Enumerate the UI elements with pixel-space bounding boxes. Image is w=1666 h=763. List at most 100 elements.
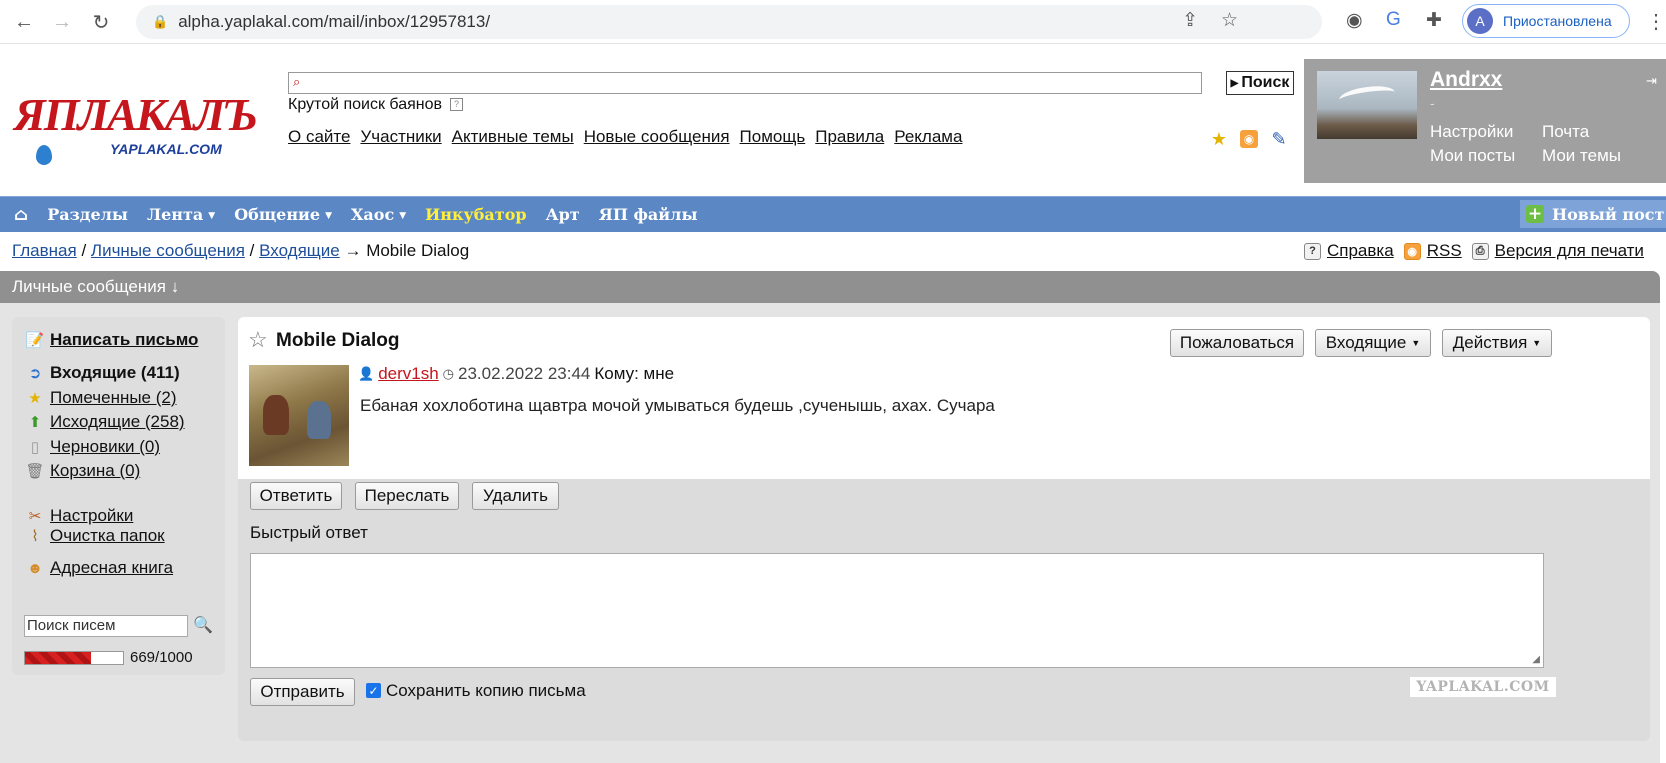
- search-icon[interactable]: 🔍: [193, 615, 213, 635]
- rss-tool[interactable]: ◉ RSS: [1403, 241, 1462, 261]
- folder-inbox[interactable]: ➲ Входящие (411): [24, 363, 180, 383]
- logout-icon[interactable]: ⇥: [1646, 73, 1657, 89]
- avatar-figure: [263, 395, 289, 435]
- user-my-posts-link[interactable]: Мои посты: [1430, 146, 1515, 166]
- crumb-home[interactable]: Главная: [12, 241, 77, 260]
- resize-grip-icon[interactable]: ◢: [1532, 654, 1540, 665]
- nav-about[interactable]: О сайте: [288, 127, 350, 147]
- crumb-inbox[interactable]: Входящие: [259, 241, 340, 260]
- print-tool[interactable]: ⎙ Версия для печати: [1471, 241, 1644, 261]
- search-button[interactable]: ▶ Поиск: [1226, 71, 1294, 95]
- address-bar[interactable]: 🔒 alpha.yaplakal.com/mail/inbox/12957813…: [136, 5, 1322, 39]
- home-icon[interactable]: ⌂: [14, 205, 28, 225]
- tools-icon: ✂: [28, 508, 42, 525]
- inbox-dropdown-button[interactable]: Входящие ▼: [1315, 329, 1431, 357]
- nav-members[interactable]: Участники: [360, 127, 441, 147]
- author-link[interactable]: derv1sh: [378, 364, 438, 384]
- save-copy-checkbox[interactable]: ✓: [366, 683, 381, 698]
- site-logo[interactable]: ЯПЛАКАЛЪ YAPLAKAL.COM: [14, 89, 260, 169]
- forward-icon[interactable]: →: [48, 8, 76, 36]
- profile-button[interactable]: A Приостановлена: [1462, 4, 1630, 38]
- folder-flagged[interactable]: ★ Помеченные (2): [24, 388, 176, 408]
- help-link[interactable]: Справка: [1327, 241, 1394, 261]
- new-post-button[interactable]: + Новый пост: [1520, 200, 1666, 228]
- menu-files-label: ЯП файлы: [598, 205, 698, 224]
- back-icon[interactable]: ←: [10, 8, 38, 36]
- page-tools: ? Справка ◉ RSS ⎙ Версия для печати: [1304, 241, 1644, 261]
- nav-new-posts[interactable]: Новые сообщения: [584, 127, 730, 147]
- favorite-star-icon[interactable]: ☆: [248, 327, 268, 353]
- search-button-label: Поиск: [1241, 74, 1290, 91]
- delete-button[interactable]: Удалить: [472, 482, 559, 510]
- menu-talk[interactable]: Общение ▼: [234, 205, 332, 224]
- sender-avatar[interactable]: [249, 365, 349, 466]
- reply-button[interactable]: Ответить: [250, 482, 342, 510]
- menu-kebab-icon[interactable]: ⋮: [1646, 9, 1666, 34]
- quota-text: 669/1000: [130, 649, 193, 666]
- quota-bar-fill: [25, 652, 91, 664]
- menu-art[interactable]: Арт: [546, 205, 580, 224]
- cool-search-label: Крутой поиск баянов: [288, 96, 443, 113]
- reload-icon[interactable]: ↻: [87, 8, 115, 36]
- bird-image: [1338, 83, 1396, 109]
- main-menu: ⌂ Разделы Лента ▼ Общение ▼ Хаос ▼ Инкубато…: [0, 196, 1666, 232]
- rss-link[interactable]: RSS: [1427, 241, 1462, 261]
- menu-chaos-label: Хаос: [351, 205, 395, 224]
- menu-feed[interactable]: Лента ▼: [147, 205, 215, 224]
- folder-outbox[interactable]: ⬆ Исходящие (258): [24, 412, 185, 432]
- nav-rules[interactable]: Правила: [815, 127, 884, 147]
- nav-ads[interactable]: Реклама: [894, 127, 962, 147]
- crumb-pm[interactable]: Личные сообщения: [91, 241, 245, 260]
- send-button[interactable]: Отправить: [250, 678, 355, 706]
- forward-button[interactable]: Переслать: [355, 482, 459, 510]
- user-name-link[interactable]: Andrxx: [1430, 68, 1502, 92]
- folder-inbox-label: Входящие (411): [50, 363, 180, 382]
- user-mail-link[interactable]: Почта: [1542, 122, 1589, 142]
- report-label: Пожаловаться: [1179, 333, 1295, 352]
- nav-help[interactable]: Помощь: [740, 127, 806, 147]
- extension-film-icon[interactable]: ◉: [1346, 9, 1363, 32]
- message-meta: 👤 derv1sh ◷ 23.02.2022 23:44 Кому: мне: [358, 364, 674, 384]
- favorites-star-icon[interactable]: ★: [1208, 128, 1230, 150]
- cleanup-label: Очистка папок: [50, 526, 165, 545]
- nav-active-topics[interactable]: Активные темы: [452, 127, 574, 147]
- user-settings-link[interactable]: Настройки: [1430, 122, 1513, 142]
- pencil-icon[interactable]: ✎: [1268, 128, 1290, 150]
- mail-search-input[interactable]: Поиск писем: [24, 615, 188, 637]
- rss-icon[interactable]: ◉: [1240, 130, 1258, 148]
- new-post-label: Новый пост: [1552, 204, 1665, 224]
- actions-dropdown-button[interactable]: Действия ▼: [1442, 329, 1552, 357]
- user-panel: Andrxx - ⇥ Настройки Почта Мои посты Мои…: [1304, 59, 1666, 183]
- extensions-puzzle-icon[interactable]: ✚: [1426, 9, 1442, 32]
- help-question-icon[interactable]: ?: [450, 98, 464, 112]
- quick-reply-label: Быстрый ответ: [250, 523, 368, 542]
- share-icon[interactable]: ⇪: [1182, 9, 1198, 32]
- message-date: 23.02.2022 23:44: [458, 364, 591, 383]
- logo-drop-icon: [36, 145, 52, 165]
- cleanup-link[interactable]: ⌇ Очистка папок: [24, 526, 165, 546]
- message-body: Ебаная хохлоботина щавтра мочой умыватьс…: [360, 396, 995, 415]
- user-icon: 👤: [358, 366, 375, 381]
- folder-drafts[interactable]: ▯ Черновики (0): [24, 437, 160, 457]
- bookmark-star-icon[interactable]: ☆: [1221, 9, 1238, 32]
- folder-trash[interactable]: 🗑 Корзина (0): [24, 461, 140, 481]
- menu-sections[interactable]: Разделы: [47, 205, 128, 224]
- help-tool[interactable]: ? Справка: [1304, 241, 1394, 261]
- user-my-topics-link[interactable]: Мои темы: [1542, 146, 1621, 166]
- user-avatar[interactable]: [1317, 71, 1417, 139]
- menu-chaos[interactable]: Хаос ▼: [351, 205, 406, 224]
- search-input[interactable]: ⌕: [288, 72, 1202, 94]
- address-book-link[interactable]: ☻ Адресная книга: [24, 558, 173, 578]
- reply-label: Ответить: [259, 486, 333, 505]
- compose-link[interactable]: 📝 Написать письмо: [24, 330, 199, 350]
- settings-link[interactable]: ✂ Настройки: [24, 506, 134, 526]
- section-header[interactable]: Личные сообщения ↓: [0, 271, 1660, 303]
- print-link[interactable]: Версия для печати: [1495, 241, 1644, 261]
- report-button[interactable]: Пожаловаться: [1170, 329, 1304, 357]
- menu-files[interactable]: ЯП файлы: [599, 205, 698, 224]
- translate-icon[interactable]: G: [1386, 9, 1401, 31]
- menu-incubator[interactable]: Инкубатор: [425, 205, 526, 224]
- crumb-arrow: →: [344, 241, 362, 260]
- send-label: Отправить: [260, 682, 345, 701]
- quick-reply-textarea[interactable]: ◢: [250, 553, 1544, 668]
